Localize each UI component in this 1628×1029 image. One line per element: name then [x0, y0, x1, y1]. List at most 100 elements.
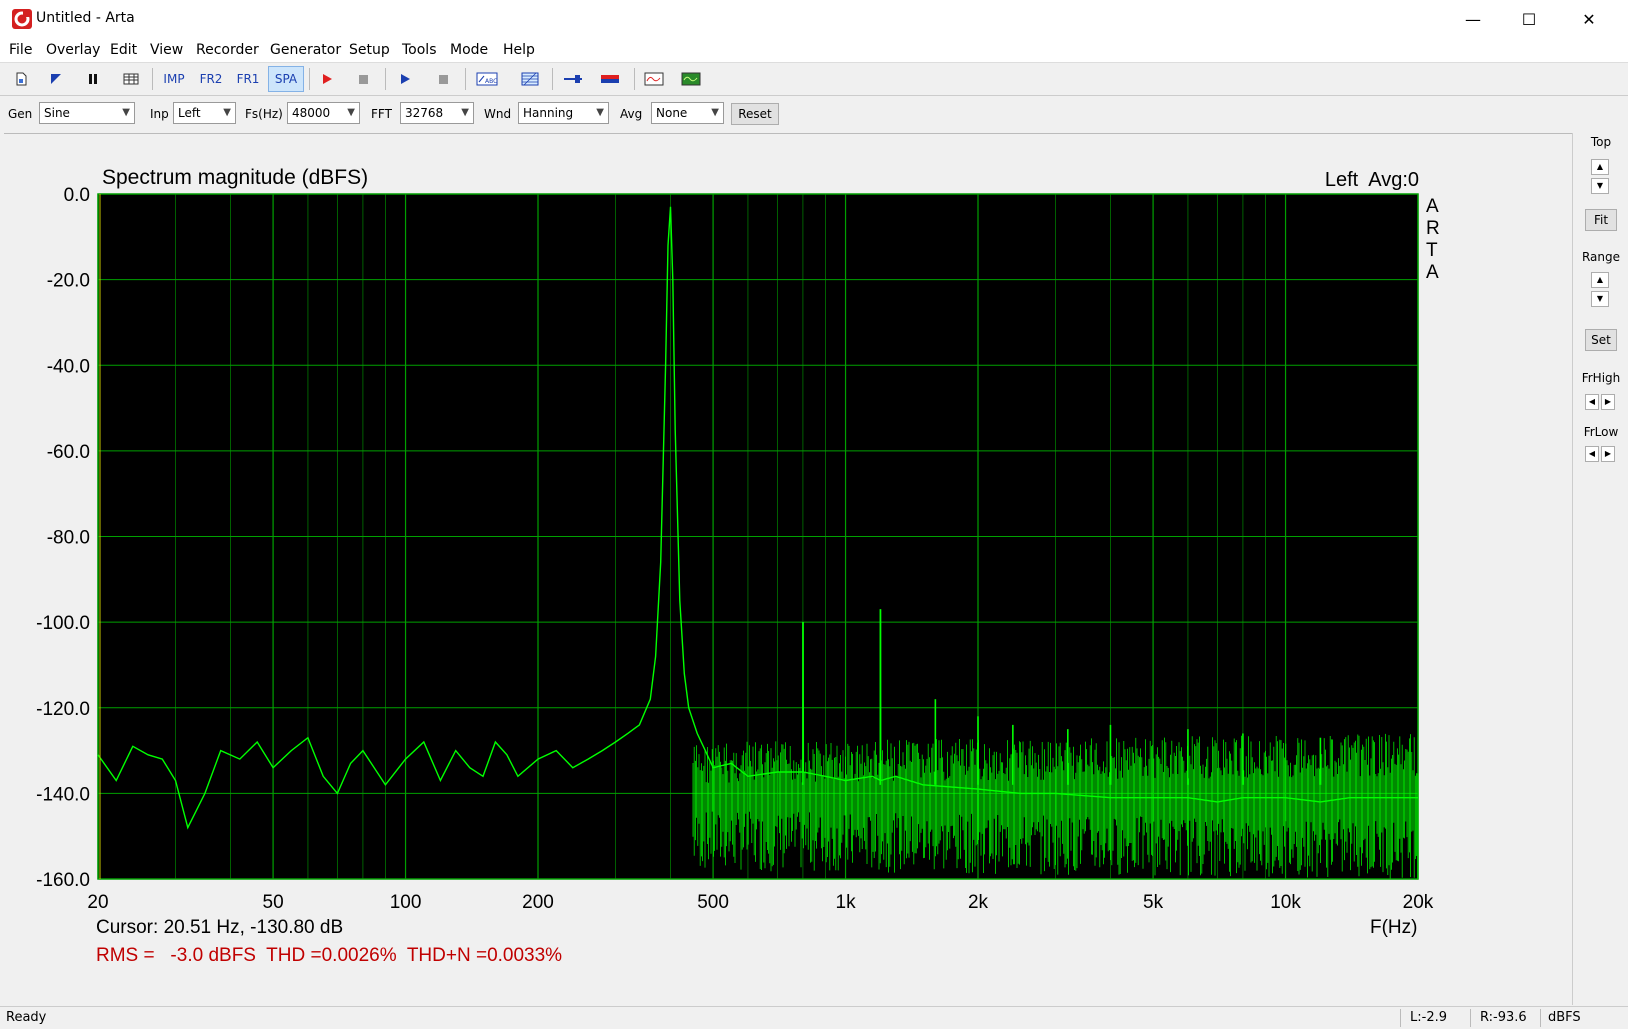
x-tick-label: 100	[390, 892, 422, 913]
new-file-icon[interactable]	[10, 66, 32, 92]
toolbar-separator	[309, 68, 310, 90]
open-icon[interactable]	[45, 66, 67, 92]
watermark-letter-r: R	[1426, 218, 1440, 239]
top-down-button[interactable]: ▼	[1591, 178, 1609, 194]
y-tick-label: -40.0	[47, 356, 90, 377]
chevron-down-icon: ▼	[122, 107, 130, 118]
inp-label: Inp	[150, 107, 169, 121]
close-button[interactable]: ✕	[1560, 0, 1618, 38]
slider-icon[interactable]	[560, 66, 586, 92]
range-label: Range	[1581, 250, 1621, 264]
toolbar-separator	[385, 68, 386, 90]
play-blue-icon[interactable]	[394, 66, 416, 92]
menu-generator[interactable]: Generator	[270, 42, 341, 58]
status-divider	[1400, 1009, 1401, 1027]
y-tick-label: -160.0	[36, 870, 90, 891]
fs-label: Fs(Hz)	[245, 107, 283, 121]
toolbar-separator	[634, 68, 635, 90]
spa-button[interactable]: SPA	[268, 66, 304, 92]
toolbar-separator	[552, 68, 553, 90]
fit-button[interactable]: Fit	[1585, 209, 1617, 231]
watermark-letter-t: T	[1426, 240, 1438, 261]
arta-app-icon	[12, 9, 32, 29]
stop-icon[interactable]	[352, 66, 374, 92]
y-tick-label: -20.0	[47, 271, 90, 292]
avg-select[interactable]: None ▼	[651, 102, 724, 124]
stop-2-icon[interactable]	[432, 66, 454, 92]
menu-help[interactable]: Help	[503, 42, 535, 58]
inp-select[interactable]: Left ▼	[173, 102, 236, 124]
colorbar-icon[interactable]	[598, 66, 622, 92]
status-unit: dBFS	[1548, 1010, 1581, 1025]
gen-label: Gen	[8, 107, 33, 121]
y-tick-label: -80.0	[47, 528, 90, 549]
menu-setup[interactable]: Setup	[349, 42, 390, 58]
status-divider	[1540, 1009, 1541, 1027]
fs-select[interactable]: 48000 ▼	[287, 102, 360, 124]
table-icon[interactable]	[120, 66, 142, 92]
fft-select[interactable]: 32768 ▼	[400, 102, 474, 124]
frlow-right-button[interactable]: ▶	[1601, 446, 1615, 462]
x-axis-label: F(Hz)	[1370, 917, 1417, 938]
x-tick-label: 10k	[1270, 892, 1301, 913]
chevron-down-icon: ▼	[347, 107, 355, 118]
x-tick-label: 500	[697, 892, 729, 913]
menu-recorder[interactable]: Recorder	[196, 42, 259, 58]
record-red-icon[interactable]	[316, 66, 338, 92]
abc-icon[interactable]: ABC	[474, 66, 500, 92]
frlow-label: FrLow	[1583, 425, 1619, 439]
pause-icon[interactable]	[82, 66, 104, 92]
range-down-button[interactable]: ▼	[1591, 291, 1609, 307]
y-tick-label: -140.0	[36, 784, 90, 805]
top-up-button[interactable]: ▲	[1591, 159, 1609, 175]
status-right-level: R:-93.6	[1480, 1010, 1527, 1025]
control-bar: Gen Sine ▼ Inp Left ▼ Fs(Hz) 48000 ▼ FFT 32…	[0, 96, 1628, 130]
menu-tools[interactable]: Tools	[402, 42, 437, 58]
oscilloscope-icon[interactable]	[641, 66, 667, 92]
menu-bar: File Overlay Edit View Recorder Generato…	[0, 38, 1628, 63]
avg-value: None	[656, 106, 688, 120]
chevron-down-icon: ▼	[596, 107, 604, 118]
window-title: Untitled - Arta	[36, 10, 135, 26]
menu-edit[interactable]: Edit	[110, 42, 137, 58]
x-tick-label: 5k	[1143, 892, 1164, 913]
green-scope-icon[interactable]	[678, 66, 704, 92]
menu-view[interactable]: View	[150, 42, 183, 58]
fr2-button[interactable]: FR2	[195, 66, 227, 92]
range-up-button[interactable]: ▲	[1591, 272, 1609, 288]
x-tick-label: 20	[87, 892, 108, 913]
fft-value: 32768	[405, 106, 444, 120]
grid-icon[interactable]	[518, 66, 542, 92]
y-tick-label: 0.0	[64, 185, 90, 206]
chevron-down-icon: ▼	[223, 107, 231, 118]
status-divider	[1470, 1009, 1471, 1027]
minimize-button[interactable]: —	[1444, 0, 1502, 38]
fs-value: 48000	[292, 106, 331, 120]
frhigh-left-button[interactable]: ◀	[1585, 394, 1599, 410]
reset-button[interactable]: Reset	[731, 103, 779, 125]
gen-value: Sine	[44, 106, 70, 120]
frhigh-right-button[interactable]: ▶	[1601, 394, 1615, 410]
fft-label: FFT	[371, 107, 392, 121]
spectrum-chart[interactable]: 0.0 -20.0 -40.0 -60.0 -80.0 -100.0 -120.0 -140.…	[4, 134, 1572, 1006]
frlow-left-button[interactable]: ◀	[1585, 446, 1599, 462]
y-tick-label: -120.0	[36, 699, 90, 720]
set-button[interactable]: Set	[1585, 329, 1617, 351]
gen-select[interactable]: Sine ▼	[39, 102, 135, 124]
imp-button[interactable]: IMP	[158, 66, 190, 92]
x-tick-label: 20k	[1403, 892, 1434, 913]
cursor-readout: Cursor: 20.51 Hz, -130.80 dB	[96, 917, 343, 938]
maximize-button[interactable]: ☐	[1500, 0, 1558, 38]
fr1-button[interactable]: FR1	[232, 66, 264, 92]
y-axis-tick-labels: 0.0 -20.0 -40.0 -60.0 -80.0 -100.0 -120.0 -140.…	[36, 185, 90, 891]
x-tick-label: 1k	[836, 892, 857, 913]
menu-mode[interactable]: Mode	[450, 42, 488, 58]
toolbar-separator	[152, 68, 153, 90]
channel-info: Left Avg:0	[1325, 169, 1419, 191]
menu-file[interactable]: File	[9, 42, 32, 58]
wnd-select[interactable]: Hanning ▼	[518, 102, 609, 124]
watermark-letter-a2: A	[1426, 262, 1439, 283]
title-bar: Untitled - Arta — ☐ ✕	[0, 0, 1628, 38]
x-tick-label: 200	[522, 892, 554, 913]
menu-overlay[interactable]: Overlay	[46, 42, 100, 58]
